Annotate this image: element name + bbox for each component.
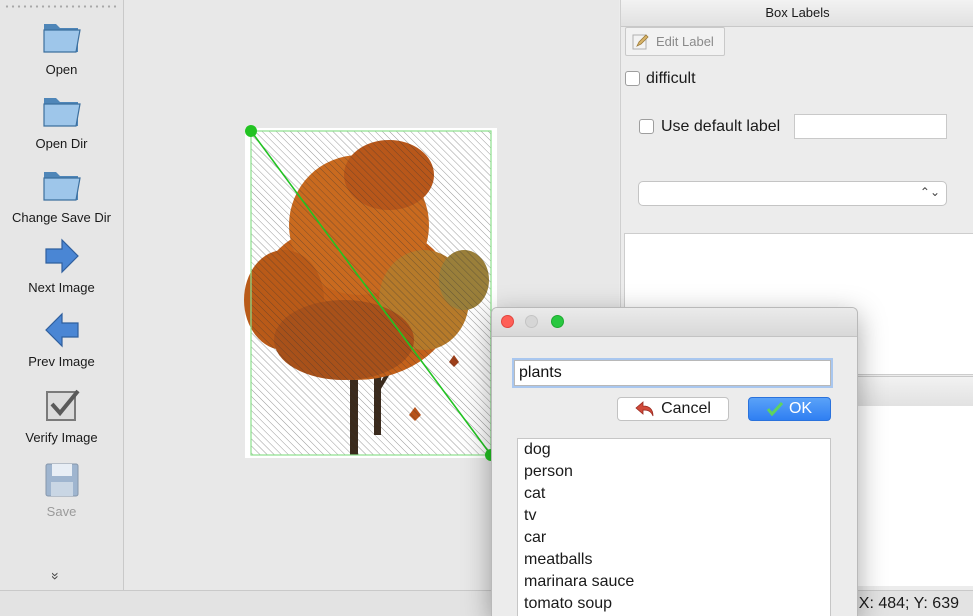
label-combobox[interactable]: ⌃⌄ — [638, 181, 947, 206]
difficult-label: difficult — [646, 70, 696, 87]
open-dir-label: Open Dir — [35, 136, 88, 151]
list-item[interactable]: cat — [518, 483, 830, 505]
prev-image-label: Prev Image — [28, 354, 95, 369]
edit-icon — [632, 33, 649, 49]
open-dir-button[interactable]: Open Dir — [0, 88, 123, 158]
list-item[interactable]: tomato soup — [518, 593, 830, 615]
verify-image-label: Verify Image — [25, 430, 98, 445]
undo-arrow-icon — [635, 401, 654, 417]
prev-image-button[interactable]: Prev Image — [0, 310, 123, 380]
dialog-titlebar[interactable] — [492, 308, 857, 337]
list-item[interactable]: tv — [518, 505, 830, 527]
folder-icon — [42, 24, 81, 53]
next-image-label: Next Image — [28, 280, 95, 295]
arrow-right-icon — [44, 238, 79, 274]
cancel-label: Cancel — [661, 400, 711, 417]
checkbox-icon — [45, 389, 80, 421]
bbox-handle-top-left — [245, 125, 257, 137]
edit-label-text: Edit Label — [656, 34, 714, 49]
status-coordinates: X: 484; Y: 639 — [858, 595, 959, 612]
minimize-window-button[interactable] — [525, 315, 538, 328]
use-default-label-text: Use default label — [661, 118, 781, 135]
list-item[interactable]: marinara sauce — [518, 571, 830, 593]
folder-icon — [42, 172, 81, 201]
edit-label-button[interactable]: Edit Label — [625, 27, 725, 56]
list-item[interactable]: person — [518, 461, 830, 483]
save-label: Save — [46, 504, 77, 519]
next-image-button[interactable]: Next Image — [0, 236, 123, 306]
label-input[interactable] — [514, 360, 831, 386]
difficult-checkbox[interactable] — [625, 71, 640, 86]
arrow-left-icon — [44, 312, 79, 348]
updown-chevron-icon: ⌃⌄ — [919, 185, 940, 199]
change-save-dir-button[interactable]: Change Save Dir — [0, 162, 123, 232]
chevron-double-down-icon[interactable]: » — [48, 572, 64, 580]
label-dialog: Cancel OK dog person cat tv car meatball… — [491, 307, 858, 616]
default-label-input[interactable] — [794, 114, 947, 139]
ok-button[interactable]: OK — [748, 397, 831, 421]
list-item[interactable]: car — [518, 527, 830, 549]
toolbar: Open Open Dir Change Save Dir Next Image… — [0, 0, 124, 590]
dock-title: Box Labels — [621, 0, 973, 27]
toolbar-grip[interactable] — [4, 5, 118, 8]
cancel-button[interactable]: Cancel — [617, 397, 729, 421]
open-button[interactable]: Open — [0, 14, 123, 84]
open-label: Open — [45, 62, 78, 77]
zoom-window-button[interactable] — [551, 315, 564, 328]
use-default-label-checkbox[interactable] — [639, 119, 654, 134]
verify-image-button[interactable]: Verify Image — [0, 386, 123, 456]
floppy-disk-icon — [45, 463, 78, 497]
save-button[interactable]: Save — [0, 460, 123, 530]
change-save-dir-label: Change Save Dir — [12, 210, 111, 225]
label-suggestion-list[interactable]: dog person cat tv car meatballs marinara… — [517, 438, 831, 616]
folder-icon — [42, 98, 81, 127]
list-item[interactable]: meatballs — [518, 549, 830, 571]
ok-label: OK — [788, 400, 813, 417]
checkmark-icon — [766, 402, 783, 416]
list-item[interactable]: dog — [518, 439, 830, 461]
close-window-button[interactable] — [501, 315, 514, 328]
